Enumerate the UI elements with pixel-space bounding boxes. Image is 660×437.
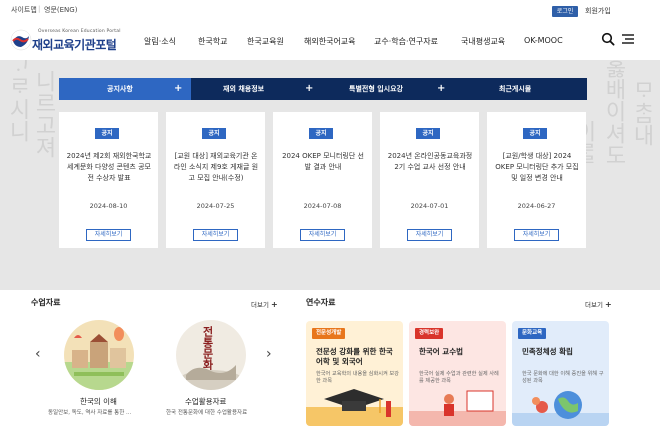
- notice-date: 2024-07-08: [303, 202, 342, 210]
- nav-notice[interactable]: 알림·소식: [144, 36, 176, 47]
- nav-korean-education-center[interactable]: 한국교육원: [247, 36, 284, 47]
- training-description: 한국 문화에 대한 이해 증진을 위해 구성된 과목: [522, 371, 604, 384]
- training-badge: 경력보완: [415, 328, 444, 339]
- detail-button[interactable]: 자세히보기: [407, 229, 452, 241]
- notice-badge: 공지: [309, 128, 333, 139]
- logo-korean-text[interactable]: 재외교육기관포털: [32, 36, 117, 53]
- nav-teaching-resources[interactable]: 교수·학습·연구자료: [374, 36, 438, 47]
- notice-title[interactable]: 2024년 제2회 재외한국학교 세계문화 다양성 콘텐츠 공모전 수상자 발표: [65, 151, 153, 184]
- utility-bar: 사이트맵 | 영문(ENG) 로그인 회원가입: [0, 0, 660, 22]
- detail-button[interactable]: 자세히보기: [300, 229, 345, 241]
- tab-label: 공지사항: [107, 85, 133, 93]
- material-thumbnail[interactable]: 전통문화: [176, 320, 246, 390]
- material-title[interactable]: 한국의 이해: [80, 396, 117, 407]
- plus-icon: +: [605, 300, 612, 309]
- tab-label: 재외 채용정보: [223, 85, 265, 93]
- notice-badge: 공지: [202, 128, 226, 139]
- graduation-cap-illustration: [306, 389, 403, 426]
- materials-more-link[interactable]: 더보기 +: [251, 299, 278, 309]
- tab-jobs[interactable]: 재외 채용정보 +: [191, 78, 323, 100]
- material-description: 한국 전통문화에 대한 수업활용자료: [166, 410, 248, 416]
- notice-date: 2024-06-27: [517, 202, 556, 210]
- notice-card[interactable]: 공지 2024년 온라인공동교육과정 2기 수업 교사 선정 안내 2024-0…: [380, 112, 479, 248]
- tab-recent-posts[interactable]: 최근게시물: [455, 78, 587, 100]
- training-description: 한국어 교육학의 내용을 심화시켜 보강한 과목: [316, 371, 399, 384]
- training-section-title: 연수자료: [306, 298, 336, 307]
- teaching-illustration: [409, 390, 506, 426]
- training-title: 민족정체성 확립: [522, 347, 573, 356]
- notice-badge: 공지: [416, 128, 440, 139]
- materials-section-title: 수업자료: [31, 298, 61, 307]
- plus-icon: +: [271, 300, 278, 309]
- notice-title[interactable]: [교원/학생 대상] 2024 OKEP 모니터링단 추가 모집 및 일정 변경…: [493, 151, 581, 184]
- hero-background-calligraphy: 니르고져: [31, 70, 56, 158]
- training-more-link[interactable]: 더보기 +: [585, 299, 612, 309]
- utility-separator: |: [38, 5, 41, 13]
- carousel-prev-icon[interactable]: ‹: [35, 346, 41, 362]
- login-button[interactable]: 로그인: [552, 6, 578, 17]
- nav-korean-school[interactable]: 한국학교: [198, 36, 227, 47]
- cover-title: 전통문화: [201, 326, 214, 370]
- notice-badge: 공지: [523, 128, 547, 139]
- plus-icon: +: [437, 83, 446, 94]
- tab-admission[interactable]: 특별전형 입시요강 +: [323, 78, 455, 100]
- more-label: 더보기: [585, 301, 603, 309]
- plus-icon: +: [174, 83, 183, 94]
- detail-button[interactable]: 자세히보기: [514, 229, 559, 241]
- english-link[interactable]: 영문(ENG): [44, 5, 77, 15]
- hero-background-calligraphy: ᄀᆞᄅᆞ시니: [5, 60, 30, 142]
- material-thumbnail[interactable]: [64, 320, 134, 390]
- detail-button[interactable]: 자세히보기: [193, 229, 238, 241]
- sitemap-link[interactable]: 사이트맵: [11, 5, 37, 15]
- hero-background-calligraphy: 홇배이셔도: [601, 60, 626, 166]
- tab-label: 특별전형 입시요강: [349, 85, 403, 93]
- notice-card[interactable]: 공지 [교원 대상] 재외교육기관 온라인 소식지 제9호 게재글 원고 모집 …: [166, 112, 265, 248]
- notice-title[interactable]: 2024 OKEP 모니터링단 선발 결과 안내: [279, 151, 367, 173]
- training-title: 전문성 강화를 위한 한국어학 및 외국어: [316, 347, 393, 366]
- notice-date: 2024-07-01: [410, 202, 449, 210]
- hero-background-calligraphy: ᄆᆞᄎᆞᆷ내: [629, 80, 654, 146]
- logo-english-text: Overseas Korean Education Portal: [38, 29, 121, 34]
- site-header: Overseas Korean Education Portal 재외교육기관포…: [0, 22, 660, 60]
- material-title[interactable]: 수업활용자료: [185, 396, 226, 407]
- notice-card[interactable]: 공지 [교원/학생 대상] 2024 OKEP 모니터링단 추가 모집 및 일정…: [487, 112, 586, 248]
- search-icon[interactable]: [601, 32, 615, 46]
- notice-date: 2024-07-25: [196, 202, 235, 210]
- training-title: 한국어 교수법: [419, 347, 464, 356]
- material-description: 동일안보, 독도, 역사 자료를 통한 ...: [48, 410, 132, 416]
- training-card[interactable]: 경력보완 한국어 교수법 한국어 실제 수업과 관련한 실제 사례를 제공한 과…: [409, 321, 506, 426]
- join-link[interactable]: 회원가입: [585, 6, 611, 16]
- notice-title[interactable]: [교원 대상] 재외교육기관 온라인 소식지 제9호 게재글 원고 모집 안내(…: [172, 151, 260, 184]
- notice-title[interactable]: 2024년 온라인공동교육과정 2기 수업 교사 선정 안내: [386, 151, 474, 173]
- menu-icon[interactable]: [621, 33, 635, 45]
- nav-ok-mooc[interactable]: OK-MOOC: [524, 36, 563, 45]
- logo-icon[interactable]: [10, 29, 32, 51]
- notice-badge: 공지: [95, 128, 119, 139]
- training-card[interactable]: 문화교육 민족정체성 확립 한국 문화에 대한 이해 증진을 위해 구성된 과목: [512, 321, 609, 426]
- training-card[interactable]: 전문성개발 전문성 강화를 위한 한국어학 및 외국어 한국어 교육학의 내용을…: [306, 321, 403, 426]
- more-label: 더보기: [251, 301, 269, 309]
- globe-illustration: [512, 391, 609, 426]
- notice-card[interactable]: 공지 2024 OKEP 모니터링단 선발 결과 안내 2024-07-08 자…: [273, 112, 372, 248]
- tab-notice[interactable]: 공지사항 +: [59, 78, 191, 100]
- training-description: 한국어 실제 수업과 관련한 실제 사례를 제공한 과목: [419, 371, 499, 384]
- training-badge: 문화교육: [518, 328, 547, 339]
- nav-overseas-korean-education[interactable]: 해외한국어교육: [304, 36, 356, 47]
- nav-lifelong-education[interactable]: 국내평생교육: [461, 36, 505, 47]
- campus-illustration: [64, 320, 134, 390]
- plus-icon: +: [305, 83, 314, 94]
- notice-tab-bar: 공지사항 + 재외 채용정보 + 특별전형 입시요강 + 최근게시물: [59, 78, 587, 100]
- notice-card[interactable]: 공지 2024년 제2회 재외한국학교 세계문화 다양성 콘텐츠 공모전 수상자…: [59, 112, 158, 248]
- tab-label: 최근게시물: [499, 85, 532, 93]
- training-badge: 전문성개발: [312, 328, 346, 339]
- detail-button[interactable]: 자세히보기: [86, 229, 131, 241]
- notice-date: 2024-08-10: [89, 202, 128, 210]
- carousel-next-icon[interactable]: ›: [266, 346, 272, 362]
